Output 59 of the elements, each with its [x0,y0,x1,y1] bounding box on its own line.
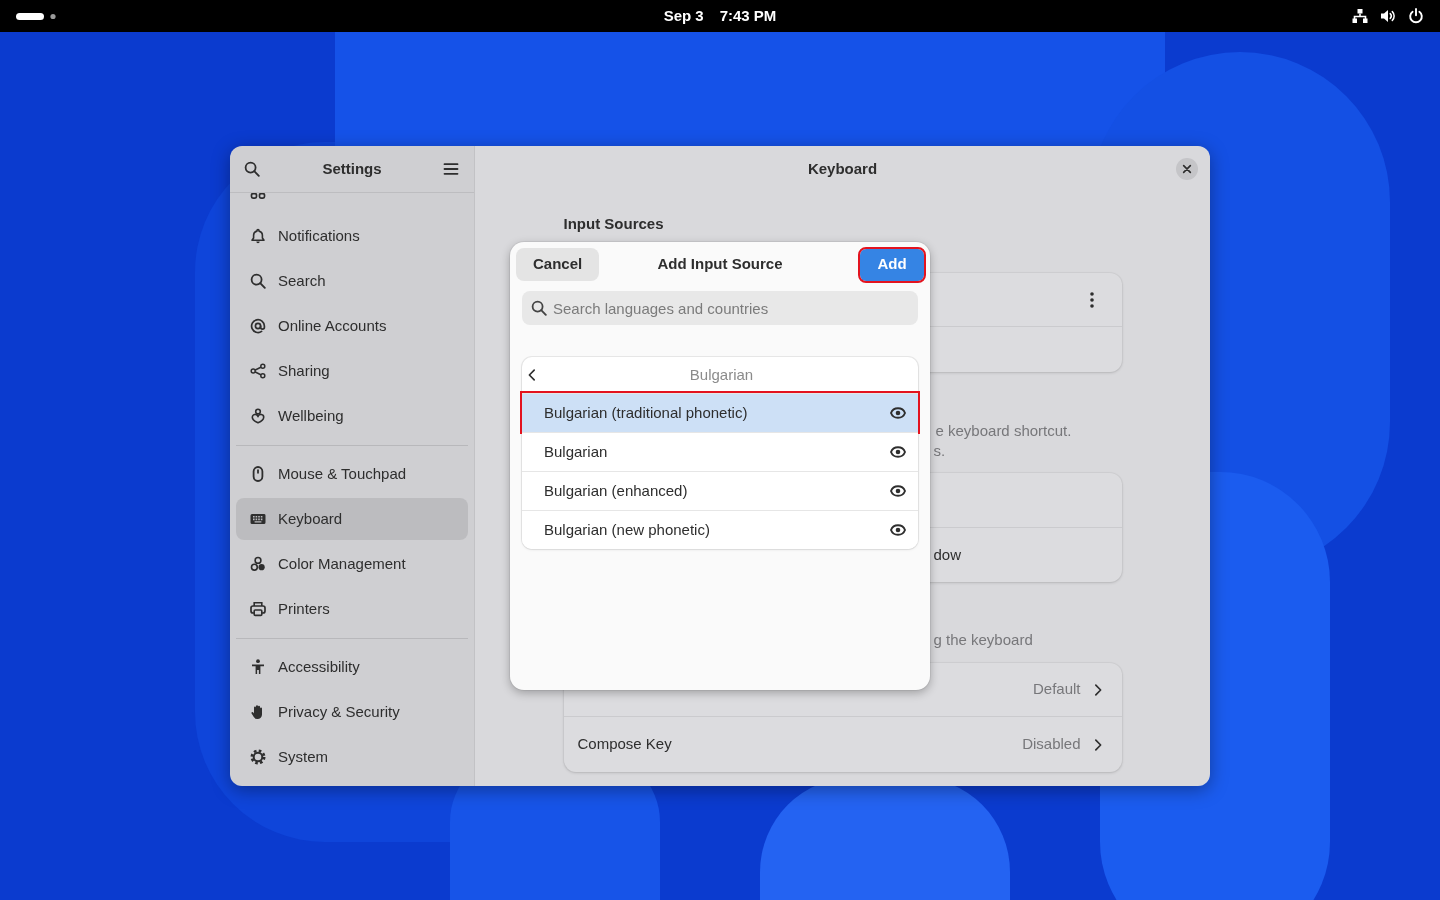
sidebar-item[interactable]: Privacy & Security [236,691,468,733]
page-title: Keyboard [807,158,878,179]
eye-icon[interactable] [890,405,906,421]
search-icon [531,300,547,316]
row-value: Default [1032,679,1081,700]
person-figure-icon [250,659,266,675]
search-icon [250,273,266,289]
layout-row[interactable]: Bulgarian (new phonetic) [522,510,918,549]
close-button[interactable] [1176,158,1198,180]
person-heart-icon [250,408,266,424]
sidebar-item[interactable]: Mouse & Touchpad [236,453,468,495]
clock-date[interactable]: Sep 3 [663,4,704,28]
sidebar-item[interactable]: Printers [236,588,468,630]
sidebar-item[interactable]: System [236,736,468,778]
sidebar-item[interactable]: Sharing [236,350,468,392]
share-nodes-icon [250,363,266,379]
workspace-indicator-icon[interactable] [16,12,56,20]
sidebar-item[interactable]: Search [236,260,468,302]
kebab-menu-icon[interactable] [1089,291,1094,308]
sidebar-item[interactable]: Accessibility [236,646,468,688]
add-button[interactable]: Add [860,248,924,281]
keyboard-icon [250,511,266,527]
row-label: dow [933,544,962,565]
description-text: e keyboard shortcut. [935,421,1073,441]
sidebar-item[interactable]: Wellbeing [236,395,468,437]
sidebar-item[interactable]: Notifications [236,215,468,257]
cancel-button[interactable]: Cancel [516,248,600,281]
layout-row[interactable]: Bulgarian [522,432,918,471]
sidebar-title: Settings [322,158,382,179]
mouse-icon [250,466,266,482]
power-icon[interactable] [1408,8,1424,24]
three-circles-icon [250,556,266,572]
list-header-title: Bulgarian [688,364,755,385]
bell-icon [250,228,266,244]
eye-icon[interactable] [890,483,906,499]
printer-icon [250,601,266,617]
eye-icon[interactable] [890,522,906,538]
gear-icon [250,749,266,765]
layout-row[interactable]: Bulgarian (enhanced) [522,471,918,510]
eye-icon[interactable] [890,444,906,460]
description-text: s. [933,441,947,461]
squares-icon [250,193,266,199]
clock-time[interactable]: 7:43 PM [719,4,777,28]
menu-icon[interactable] [443,161,459,177]
row-value: Disabled [1022,734,1081,755]
search-field[interactable]: Search languages and countries [522,291,918,325]
close-icon [1182,164,1192,174]
sidebar-item[interactable]: Keyboard [236,498,468,540]
sidebar-item[interactable]: Color Management [236,543,468,585]
search-icon[interactable] [244,161,260,177]
at-sign-icon [250,318,266,334]
description-text: g the keyboard [933,630,1034,650]
layout-row[interactable]: Bulgarian (traditional phonetic) [522,393,918,432]
dialog-title: Add Input Source [657,254,783,275]
volume-icon[interactable] [1380,8,1396,24]
sidebar-item[interactable]: Online Accounts [236,305,468,347]
section-heading: Input Sources [563,214,665,234]
row-label: Compose Key [577,734,672,755]
network-icon[interactable] [1352,8,1368,24]
